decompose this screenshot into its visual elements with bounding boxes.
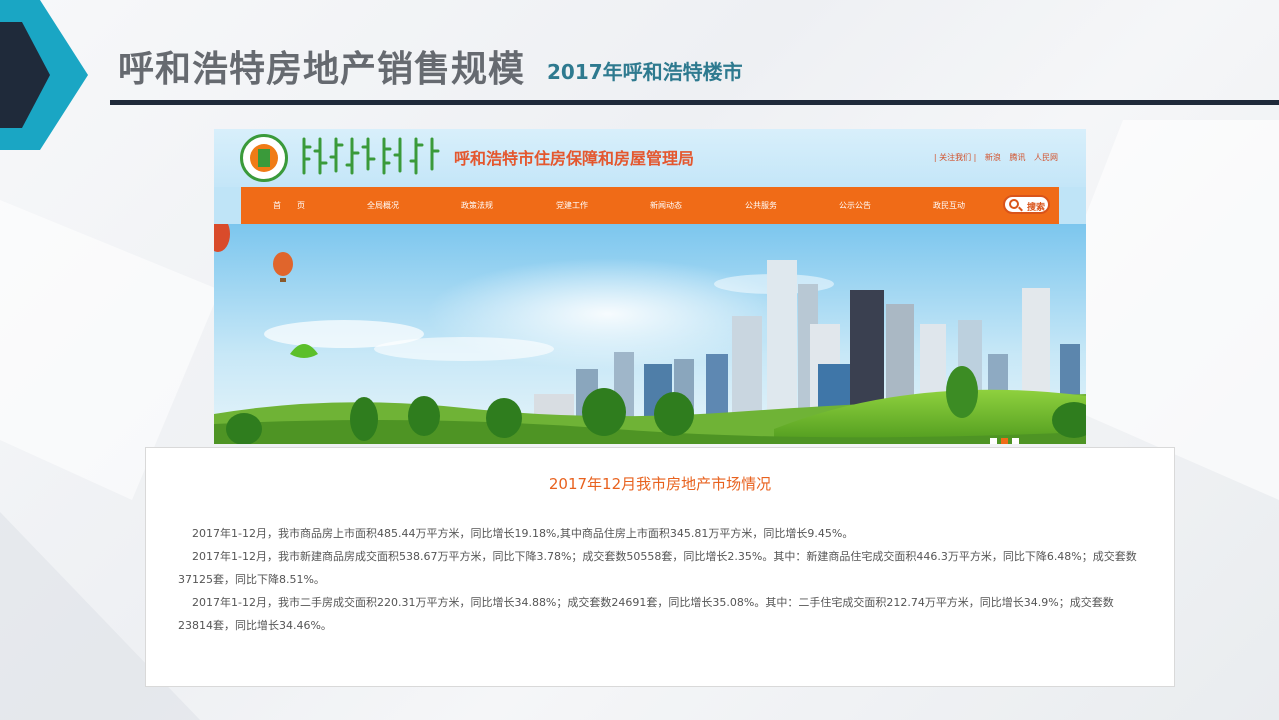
top-links: | 关注我们 | 新浪 腾讯 人民网 [928,152,1058,163]
slide-title: 呼和浩特房地产销售规模 [118,49,526,90]
top-link-sina[interactable]: 新浪 [985,153,1001,162]
search-label: 搜索 [1027,203,1046,213]
mongolian-script-logo [302,137,440,175]
nav-item-news[interactable]: 新闻动态 [650,200,682,211]
slide-subtitle: 2017年呼和浩特楼市 [547,60,743,84]
website-screenshot: 呼和浩特市住房保障和房屋管理局 | 关注我们 | 新浪 腾讯 人民网 首 页 全… [214,129,1086,444]
city-banner-image [214,224,1086,444]
site-nav-bar: 首 页 全局概况 政策法规 党建工作 新闻动态 公共服务 公示公告 政民互动 [241,187,1059,224]
site-logo-icon[interactable] [240,134,288,182]
top-link-people[interactable]: 人民网 [1034,153,1058,162]
article-title: 2017年12月我市房地产市场情况 [548,475,772,493]
carousel-dot[interactable] [1012,438,1019,444]
search-button[interactable]: 搜索 [1003,195,1050,214]
carousel-dot[interactable] [990,438,997,444]
article-card: 2017年12月我市房地产市场情况 2017年1-12月，我市商品房上市面积48… [145,447,1175,687]
title-divider [110,100,1279,105]
nav-item-services[interactable]: 公共服务 [745,200,777,211]
nav-item-notices[interactable]: 公示公告 [839,200,871,211]
nav-item-home[interactable]: 首 页 [273,200,305,211]
nav-item-overview[interactable]: 全局概况 [367,200,399,211]
article-paragraph-new-homes: 2017年1-12月，我市新建商品房成交面积538.67万平方米，同比下降3.7… [178,550,1137,586]
site-name: 呼和浩特市住房保障和房屋管理局 [454,149,695,168]
carousel-dots [990,430,1023,444]
carousel-dot-active[interactable] [1001,438,1008,444]
nav-item-policy[interactable]: 政策法规 [461,200,493,211]
article-paragraph-resale: 2017年1-12月，我市二手房成交面积220.31万平方米，同比增长34.88… [178,596,1114,632]
article-paragraph-listing: 2017年1-12月，我市商品房上市面积485.44万平方米，同比增长19.18… [192,527,854,540]
nav-item-interaction[interactable]: 政民互动 [933,200,965,211]
top-link-follow[interactable]: | 关注我们 | [934,153,976,162]
top-link-tencent[interactable]: 腾讯 [1009,153,1025,162]
nav-item-party[interactable]: 党建工作 [556,200,588,211]
corner-chevron-icon [0,0,88,150]
